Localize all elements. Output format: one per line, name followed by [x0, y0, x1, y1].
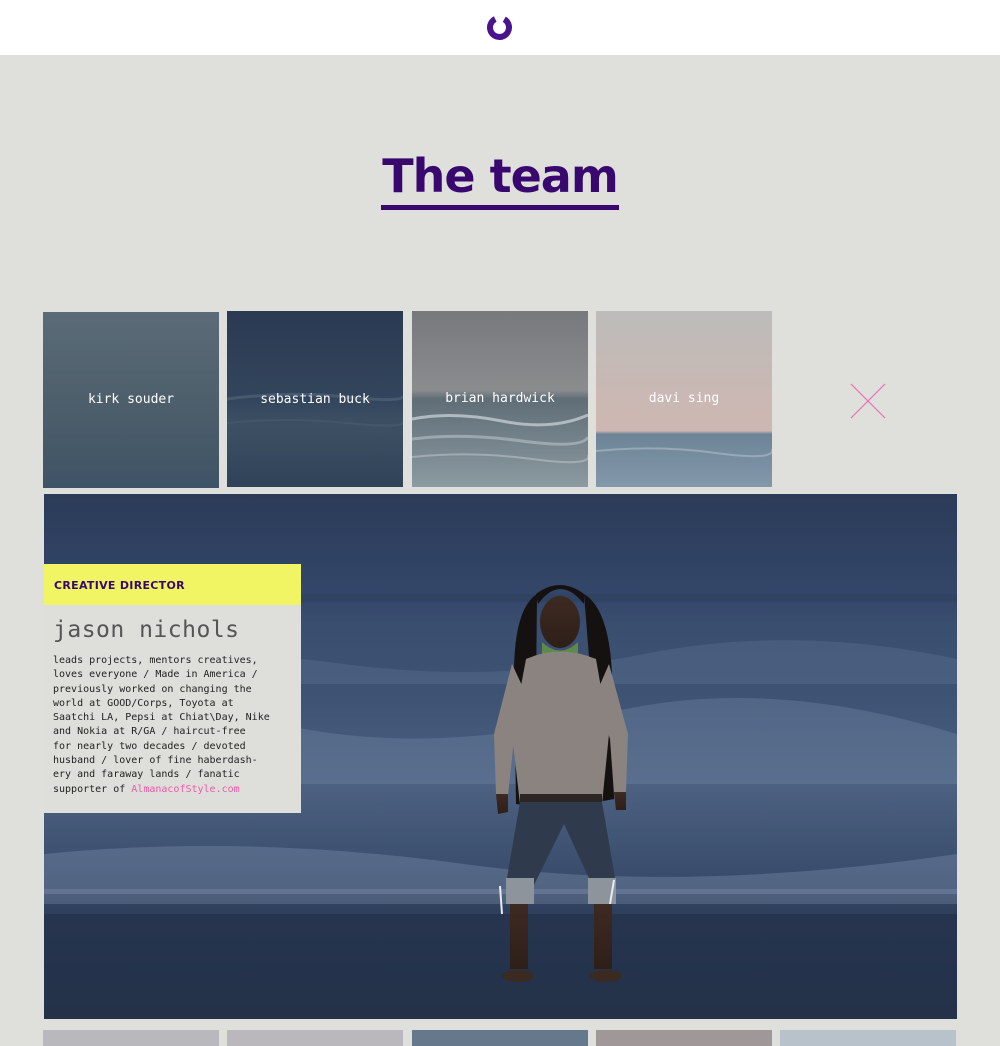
tile-name: kirk souder — [87, 392, 175, 407]
close-x-icon[interactable] — [850, 383, 886, 419]
team-tile[interactable] — [412, 1030, 588, 1046]
team-tile-davi-sing[interactable]: davi sing — [596, 311, 772, 487]
team-tile[interactable] — [43, 1030, 219, 1046]
member-name: jason nichols — [53, 617, 240, 643]
tile-name: sebastian buck — [260, 392, 370, 407]
page-heading: The team — [0, 148, 1000, 210]
role-label: CREATIVE DIRECTOR — [54, 579, 185, 592]
bio-panel: jason nichols leads projects, mentors cr… — [44, 605, 301, 813]
almanac-link[interactable]: AlmanacofStyle.com — [131, 784, 239, 795]
team-tile[interactable] — [780, 1030, 956, 1046]
team-tile-sebastian-buck[interactable]: sebastian buck — [227, 311, 403, 487]
role-banner: CREATIVE DIRECTOR — [44, 564, 301, 605]
top-bar — [0, 0, 1000, 55]
bio-text: leads projects, mentors creatives, loves… — [53, 655, 270, 795]
team-tile[interactable] — [596, 1030, 772, 1046]
team-tile[interactable] — [227, 1030, 403, 1046]
ring-logo-icon[interactable] — [486, 14, 513, 41]
tile-name: brian hardwick — [445, 391, 555, 406]
tile-name: davi sing — [648, 391, 720, 406]
team-tile-kirk-souder[interactable]: kirk souder — [43, 312, 219, 488]
page-title: The team — [381, 148, 619, 210]
member-bio: leads projects, mentors creatives, loves… — [53, 654, 293, 797]
team-tile-brian-hardwick[interactable]: brian hardwick — [412, 311, 588, 487]
